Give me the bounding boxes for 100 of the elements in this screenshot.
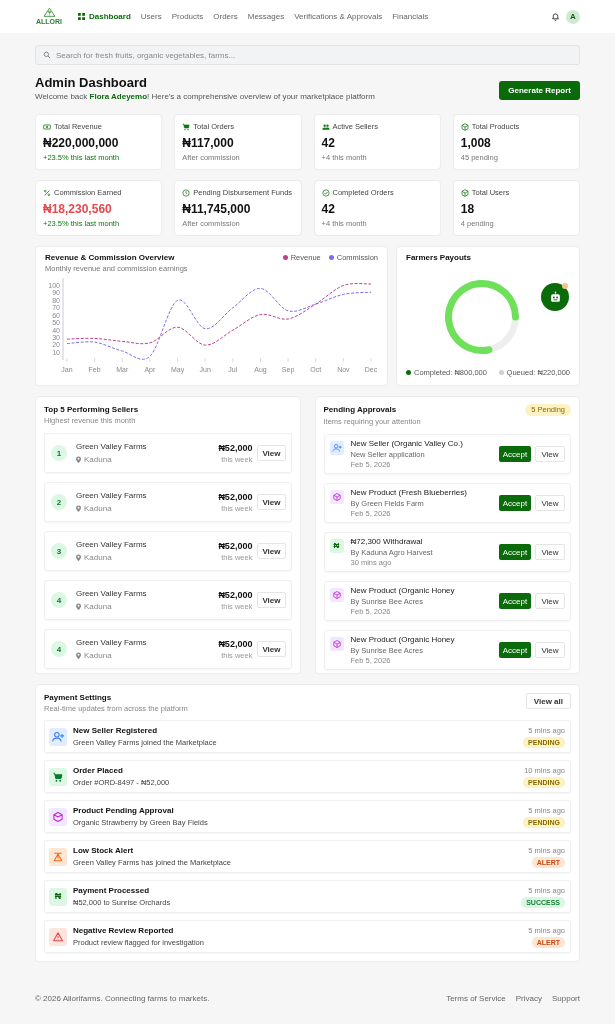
user-avatar[interactable]: A bbox=[566, 9, 580, 24]
welcome-text: Welcome back Flora Adeyemo! Here's a comprehensive overview of your marketplace platform bbox=[35, 92, 375, 102]
nav-link[interactable]: Messages bbox=[247, 12, 285, 21]
rank-badge: 3 bbox=[51, 543, 67, 559]
check-circle-icon bbox=[321, 188, 330, 197]
stat-value: ₦11,745,000 bbox=[182, 202, 252, 216]
activity-title: Product Pending Approval bbox=[73, 806, 175, 816]
accept-button[interactable]: Accept bbox=[499, 495, 531, 511]
accept-button[interactable]: Accept bbox=[499, 593, 531, 609]
stat-value: 42 bbox=[321, 202, 336, 216]
accept-button[interactable]: Accept bbox=[499, 544, 531, 560]
approval-title: ₦72,300 Withdrawal bbox=[350, 537, 424, 547]
cube-icon bbox=[49, 807, 67, 826]
search-field[interactable]: Search for fresh fruits, organic vegetables, farms... bbox=[35, 45, 580, 65]
stat-value: ₦18,230,560 bbox=[43, 202, 113, 216]
activity-title: Payment Processed bbox=[73, 886, 151, 896]
location-pin-icon bbox=[76, 505, 81, 512]
seller-location: Kaduna bbox=[84, 651, 112, 660]
panel-title: Top 5 Performing Sellers bbox=[44, 405, 140, 415]
approval-title: New Product (Fresh Blueberries) bbox=[350, 488, 468, 498]
stat-value: ₦117,000 bbox=[182, 136, 235, 150]
panel-title: Payment Settings bbox=[44, 693, 113, 703]
warning-icon bbox=[49, 927, 67, 946]
nav-link[interactable]: Users bbox=[140, 12, 162, 21]
cube-icon bbox=[329, 490, 344, 504]
view-button[interactable]: View bbox=[257, 494, 286, 510]
nav-link[interactable]: Products bbox=[171, 12, 204, 21]
activity-title: Order Placed bbox=[73, 766, 124, 776]
cart-icon bbox=[182, 122, 191, 131]
cube-icon bbox=[460, 188, 469, 197]
stat-value: ₦220,000,000 bbox=[43, 136, 120, 150]
approval-title: New Product (Organic Honey bbox=[350, 635, 456, 645]
stat-value: 18 bbox=[460, 202, 476, 216]
user-plus-icon bbox=[49, 727, 67, 746]
view-button[interactable]: View bbox=[257, 641, 286, 657]
seller-revenue: ₦52,000 bbox=[218, 540, 253, 551]
seller-revenue: ₦52,000 bbox=[218, 589, 253, 600]
view-button[interactable]: View bbox=[257, 592, 286, 608]
footer-link[interactable]: Terms of Service bbox=[446, 994, 506, 1003]
seller-name: Green Valley Farms bbox=[76, 589, 148, 598]
seller-name: Green Valley Farms bbox=[76, 540, 148, 549]
generate-report-button[interactable]: Generate Report bbox=[499, 81, 580, 100]
location-pin-icon bbox=[76, 456, 81, 463]
view-button[interactable]: View bbox=[535, 495, 565, 511]
cube-icon bbox=[329, 588, 344, 602]
seller-name: Green Valley Farms bbox=[76, 491, 148, 500]
panel-title: Pending Approvals bbox=[323, 405, 397, 415]
seller-location: Kaduna bbox=[84, 455, 112, 464]
seller-revenue: ₦52,000 bbox=[218, 442, 253, 453]
location-pin-icon bbox=[76, 554, 81, 561]
robot-icon bbox=[548, 290, 562, 304]
naira-icon: ₦ bbox=[49, 887, 67, 906]
percent-icon bbox=[43, 188, 51, 197]
users-icon bbox=[321, 122, 330, 131]
view-button[interactable]: View bbox=[535, 593, 565, 609]
view-button[interactable]: View bbox=[535, 642, 565, 658]
copyright-text: © 2026 Allorifarms. Connecting farms to markets. bbox=[35, 994, 210, 1003]
stat-value: 1,008 bbox=[460, 136, 492, 150]
view-button[interactable]: View bbox=[257, 445, 286, 461]
chart-title: Revenue & Commission Overview bbox=[45, 253, 176, 263]
seller-location: Kaduna bbox=[84, 602, 112, 611]
footer-link[interactable]: Privacy bbox=[515, 994, 542, 1003]
rank-badge: 4 bbox=[51, 641, 67, 657]
chatbot-button[interactable] bbox=[541, 283, 569, 311]
nav-link[interactable]: Orders bbox=[213, 12, 238, 21]
cube-icon bbox=[460, 122, 469, 131]
rank-badge: 1 bbox=[51, 445, 67, 461]
accept-button[interactable]: Accept bbox=[499, 642, 531, 658]
page-title: Admin Dashboard bbox=[35, 75, 148, 91]
seller-revenue: ₦52,000 bbox=[218, 491, 253, 502]
chart-title: Farmers Payouts bbox=[406, 253, 471, 263]
cash-icon bbox=[43, 122, 51, 131]
nav-link[interactable]: Dashboard bbox=[78, 12, 131, 21]
view-button[interactable]: View bbox=[535, 446, 565, 462]
user-plus-icon bbox=[329, 441, 344, 455]
nav-link[interactable]: Verifications & Approvals bbox=[294, 12, 383, 21]
grid-icon bbox=[78, 13, 85, 20]
view-all-button[interactable]: View all bbox=[525, 693, 571, 709]
logo-icon bbox=[42, 7, 56, 17]
accept-button[interactable]: Accept bbox=[499, 446, 531, 462]
nav-link[interactable]: Financials bbox=[392, 12, 429, 21]
seller-location: Kaduna bbox=[84, 504, 112, 513]
location-pin-icon bbox=[76, 603, 81, 610]
naira-icon: ₦ bbox=[329, 539, 344, 553]
clock-icon bbox=[182, 188, 191, 197]
approval-title: New Seller (Organic Valley Co.) bbox=[350, 439, 464, 449]
approval-title: New Product (Organic Honey bbox=[350, 586, 456, 596]
seller-revenue: ₦52,000 bbox=[218, 638, 253, 649]
seller-name: Green Valley Farms bbox=[76, 638, 148, 647]
view-button[interactable]: View bbox=[535, 544, 565, 560]
activity-title: Negative Review Reported bbox=[73, 926, 175, 936]
search-icon bbox=[43, 51, 51, 59]
location-pin-icon bbox=[76, 652, 81, 659]
rank-badge: 4 bbox=[51, 592, 67, 608]
activity-title: New Seller Registered bbox=[73, 726, 159, 736]
status-dot-icon bbox=[562, 283, 568, 289]
footer-link[interactable]: Support bbox=[551, 994, 580, 1003]
view-button[interactable]: View bbox=[257, 543, 286, 559]
bell-icon[interactable] bbox=[551, 12, 560, 21]
rank-badge: 2 bbox=[51, 494, 67, 510]
